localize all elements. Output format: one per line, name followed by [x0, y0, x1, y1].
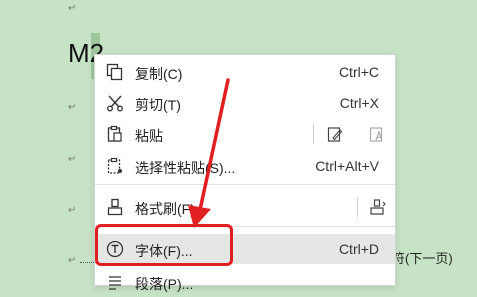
menu-item-label: 段落(P)...	[135, 276, 194, 292]
annotation-arrow	[188, 78, 230, 228]
